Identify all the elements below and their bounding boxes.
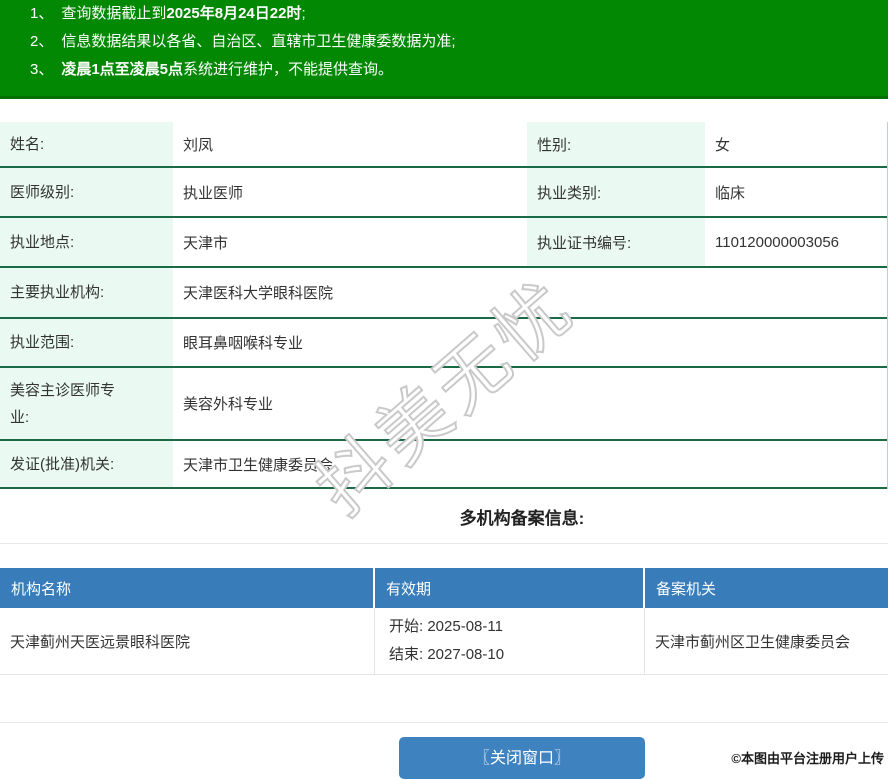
practice-scope-label: 执业范围: xyxy=(0,319,173,366)
notice-text-post: ; xyxy=(301,5,306,22)
notice-line-1: 1、 查询数据截止到2025年8月24日22时; xyxy=(0,0,888,28)
close-window-button[interactable]: 〖关闭窗口〗 xyxy=(399,737,645,779)
table-row: 主要执业机构: 天津医科大学眼科医院 xyxy=(0,268,887,319)
notice-text-post: 系统进行维护，不能提供查询。 xyxy=(183,61,394,78)
cosmetic-specialty-label: 美容主诊医师专业: xyxy=(0,368,173,439)
table-row: 发证(批准)机关: 天津市卫生健康委员会 xyxy=(0,441,887,489)
notice-text: 查询数据截止到 xyxy=(61,5,167,22)
cosmetic-specialty-value: 美容外科专业 xyxy=(173,368,887,439)
license-query-result-page: { "banner": { "bg_color": "#038803", "no… xyxy=(0,0,888,779)
validity-header: 有效期 xyxy=(375,568,645,608)
name-value: 刘凤 xyxy=(173,122,527,166)
notice-text-bold: 2025年8月24日22时 xyxy=(166,5,302,22)
validity-value: 开始: 2025-08-11 结束: 2027-08-10 xyxy=(375,608,645,674)
notice-text: 信息数据结果以各省、自治区、直辖市卫生健康委数据为准; xyxy=(61,33,456,50)
table-row: 执业地点: 天津市 执业证书编号: 110120000003056 xyxy=(0,218,887,268)
table-row: 天津蓟州天医远景眼科医院 开始: 2025-08-11 结束: 2027-08-… xyxy=(0,608,888,675)
notice-number: 3、 xyxy=(30,61,54,78)
validity-start: 开始: 2025-08-11 xyxy=(389,618,503,635)
notice-banner: 1、 查询数据截止到2025年8月24日22时; 2、 信息数据结果以各省、自治区、… xyxy=(0,0,888,99)
record-authority-value: 天津市蓟州区卫生健康委员会 xyxy=(655,633,851,651)
table-row: 执业范围: 眼耳鼻咽喉科专业 xyxy=(0,319,887,368)
issuing-authority-label: 发证(批准)机关: xyxy=(0,441,173,487)
validity-end: 结束: 2027-08-10 xyxy=(389,646,505,663)
practice-location-value: 天津市 xyxy=(173,218,527,266)
doctor-level-value: 执业医师 xyxy=(173,168,527,216)
practice-category-label: 执业类别: xyxy=(527,168,705,216)
notice-number: 1、 xyxy=(30,5,54,22)
notice-number: 2、 xyxy=(30,33,54,50)
main-institution-value: 天津医科大学眼科医院 xyxy=(173,268,887,317)
upload-credit-watermark: ©本图由平台注册用户上传 xyxy=(731,751,884,766)
name-label: 姓名: xyxy=(0,122,173,166)
notice-line-3: 3、 凌晨1点至凌晨5点系统进行维护，不能提供查询。 xyxy=(0,56,888,84)
gender-value: 女 xyxy=(705,122,887,166)
notice-line-2: 2、 信息数据结果以各省、自治区、直辖市卫生健康委数据为准; xyxy=(0,28,888,56)
issuing-authority-value: 天津市卫生健康委员会 xyxy=(173,441,887,487)
notice-text-bold: 凌晨1点至凌晨5点 xyxy=(61,61,184,78)
table-row: 医师级别: 执业医师 执业类别: 临床 xyxy=(0,168,887,218)
registration-table-header: 机构名称 有效期 备案机关 xyxy=(0,568,888,608)
doctor-level-label: 医师级别: xyxy=(0,168,173,216)
org-name-header: 机构名称 xyxy=(0,568,375,608)
section-title-row: 多机构备案信息: xyxy=(0,489,888,544)
practice-category-value: 临床 xyxy=(705,168,887,216)
registration-table: 机构名称 有效期 备案机关 天津蓟州天医远景眼科医院 开始: 2025-08-1… xyxy=(0,568,888,675)
org-name-value: 天津蓟州天医远景眼科医院 xyxy=(0,608,375,674)
record-authority-header: 备案机关 xyxy=(656,580,717,598)
main-institution-label: 主要执业机构: xyxy=(0,268,173,317)
certificate-number-value: 110120000003056 xyxy=(705,218,887,266)
gender-label: 性别: xyxy=(527,122,705,166)
practice-scope-value: 眼耳鼻咽喉科专业 xyxy=(173,319,887,366)
practitioner-info-table: 姓名: 刘凤 性别: 女 医师级别: 执业医师 执业类别: 临床 执业地点: 天… xyxy=(0,122,888,489)
table-row: 美容主诊医师专业: 美容外科专业 xyxy=(0,368,887,441)
certificate-number-label: 执业证书编号: xyxy=(527,218,705,266)
practice-location-label: 执业地点: xyxy=(0,218,173,266)
table-row: 姓名: 刘凤 性别: 女 xyxy=(0,122,887,168)
multi-institution-section-title: 多机构备案信息: xyxy=(459,509,585,528)
